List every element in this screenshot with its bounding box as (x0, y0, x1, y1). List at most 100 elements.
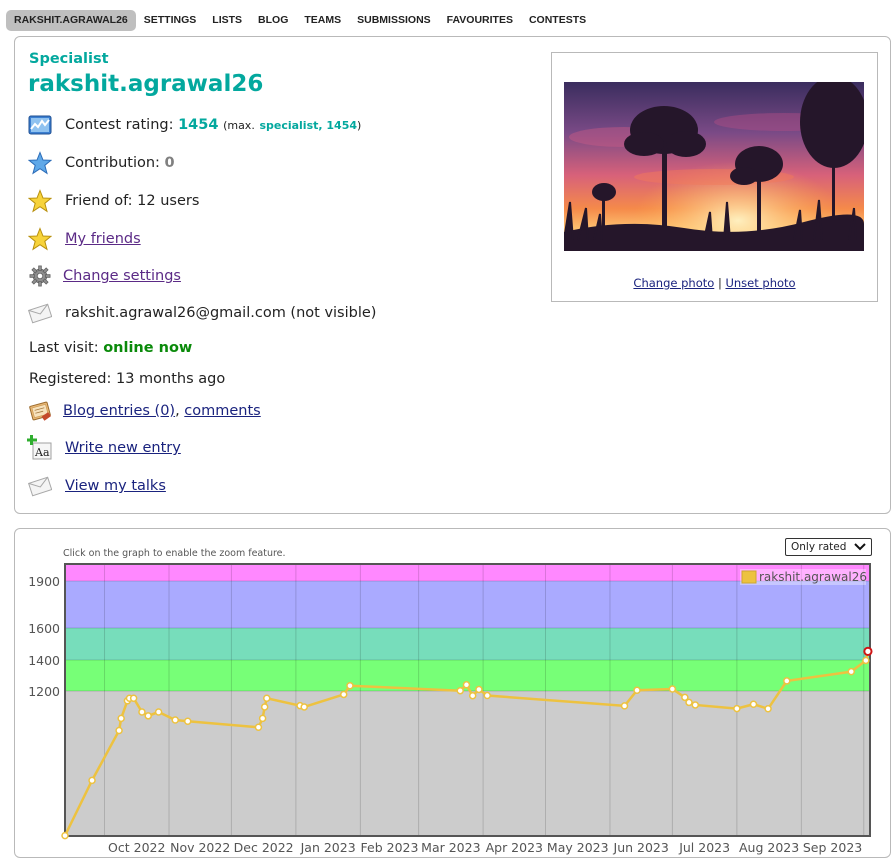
rating-point (733, 704, 741, 713)
envelope-icon (27, 473, 53, 499)
max-rating-rank: specialist, 1454 (259, 118, 358, 132)
rating-point (346, 681, 354, 690)
rating-point (258, 714, 267, 723)
last-visit-value: online now (103, 340, 193, 356)
rating-point (171, 716, 179, 724)
unset-photo-link[interactable]: Unset photo (725, 276, 795, 290)
comments-link[interactable]: comments (184, 403, 260, 419)
y-tick-label: 1600 (28, 621, 60, 636)
nav-tab-profile[interactable]: RAKSHIT.AGRAWAL26 (6, 10, 136, 31)
rating-point (863, 646, 873, 656)
email-row: rakshit.agrawal26@gmail.com (not visible… (27, 300, 376, 326)
contest-rating-row: Contest rating: 1454 (max. specialist, 1… (27, 112, 361, 138)
rating-band (65, 581, 870, 628)
rating-point (88, 776, 96, 785)
x-tick-label: Jan 2023 (300, 840, 356, 855)
svg-text:Aa: Aa (34, 446, 50, 459)
rating-point (129, 694, 138, 702)
rating-point (254, 723, 263, 731)
contribution-value: 0 (164, 155, 175, 171)
photo-actions: Change photo | Unset photo (552, 276, 877, 290)
nav-tab-favourites[interactable]: FAVOURITES (439, 10, 521, 31)
y-tick-label: 1900 (28, 574, 60, 589)
x-tick-label: Dec 2022 (234, 840, 294, 855)
rating-point (862, 656, 870, 665)
x-tick-label: Mar 2023 (421, 840, 480, 855)
change-photo-link[interactable]: Change photo (633, 276, 714, 290)
gold-star-icon (27, 188, 53, 214)
talks-row: View my talks (27, 473, 166, 499)
view-my-talks-link[interactable]: View my talks (65, 478, 166, 494)
x-tick-label: Aug 2023 (739, 840, 799, 855)
new-entry-icon: Aa (27, 435, 53, 461)
rating-point (749, 700, 758, 708)
rating-point (633, 686, 641, 694)
x-tick-label: Oct 2022 (108, 840, 165, 855)
max-rating-close: ) (357, 118, 362, 132)
contest-rating-value: 1454 (178, 117, 219, 133)
rating-point (117, 714, 125, 723)
settings-row: Change settings (27, 263, 181, 289)
rating-point (483, 691, 492, 700)
rating-point (764, 705, 772, 713)
rating-point (668, 685, 677, 693)
rating-point (154, 708, 163, 716)
rating-band (65, 691, 870, 836)
photo-panel: Change photo | Unset photo (551, 52, 878, 302)
legend-swatch (741, 570, 757, 584)
friend-of-text: Friend of: 12 users (65, 193, 200, 209)
rating-point (300, 703, 308, 711)
rating-point (468, 691, 477, 700)
contest-rating-label: Contest rating: (65, 117, 174, 133)
nav-tab-teams[interactable]: TEAMS (296, 10, 349, 31)
blog-comma: , (175, 403, 180, 419)
contribution-label: Contribution: (65, 155, 160, 171)
rating-point (456, 686, 464, 695)
write-new-entry-link[interactable]: Write new entry (65, 440, 181, 456)
rating-point (183, 717, 192, 726)
last-visit: Last visit: online now (29, 338, 192, 358)
rating-point (847, 667, 856, 676)
nav-tab-blog[interactable]: BLOG (250, 10, 296, 31)
rating-point (462, 681, 471, 689)
envelope-icon (27, 300, 53, 326)
rating-point (620, 702, 629, 710)
x-tick-label: Jul 2023 (678, 840, 730, 855)
blog-row: Blog entries (0), comments (27, 398, 261, 424)
change-settings-link[interactable]: Change settings (63, 268, 181, 284)
blog-icon (27, 398, 53, 424)
rating-band (65, 628, 870, 660)
y-tick-label: 1200 (28, 684, 60, 699)
rating-graph-panel: Click on the graph to enable the zoom fe… (14, 528, 891, 858)
my-friends-link[interactable]: My friends (65, 231, 141, 247)
x-tick-label: Nov 2022 (170, 840, 230, 855)
rating-point (115, 726, 123, 735)
gold-star-icon (27, 226, 53, 252)
x-tick-label: Jun 2023 (613, 840, 669, 855)
x-tick-label: Sep 2023 (803, 840, 862, 855)
email-text: rakshit.agrawal26@gmail.com (not visible… (65, 305, 377, 321)
gear-icon (27, 263, 53, 289)
nav-tab-settings[interactable]: SETTINGS (136, 10, 205, 31)
photo-links-separator: | (717, 276, 722, 290)
my-friends-row: My friends (27, 226, 141, 252)
nav-tab-submissions[interactable]: SUBMISSIONS (349, 10, 439, 31)
rating-point (475, 685, 483, 694)
rating-chart[interactable]: Oct 2022 Nov 2022 Dec 2022 Jan 2023 Feb 2023… (15, 529, 892, 859)
rating-point (783, 677, 791, 685)
rating-point (260, 703, 269, 711)
nav-tab-contests[interactable]: CONTESTS (521, 10, 594, 31)
friend-of-row: Friend of: 12 users (27, 188, 199, 214)
last-visit-label: Last visit: (29, 340, 99, 356)
profile-panel: Specialist rakshit.agrawal26 Contest rat… (14, 36, 891, 514)
registered-text: Registered: 13 months ago (29, 371, 226, 387)
rating-point (263, 694, 271, 702)
rating-point (61, 831, 69, 840)
rating-point (138, 708, 146, 716)
y-tick-label: 1400 (28, 653, 60, 668)
nav-tab-lists[interactable]: LISTS (204, 10, 250, 31)
write-entry-row: Aa Write new entry (27, 435, 181, 461)
blog-entries-link[interactable]: Blog entries (0) (63, 403, 175, 419)
max-rating-open: (max. (223, 118, 255, 132)
user-rank: Specialist (29, 51, 109, 67)
